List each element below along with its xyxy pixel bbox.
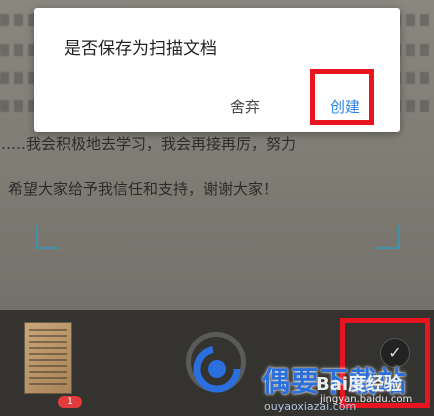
watermark-logo-icon [193,345,241,393]
dialog-title: 是否保存为扫描文档 [64,39,217,59]
document-text-line-2: 希望大家给予我信任和支持，谢谢大家！ [8,180,279,198]
thumbnail-preview [29,329,67,387]
thumbnail-count-badge: 1 [58,396,82,408]
watermark-site: ouyaoxiazai.com [264,400,357,413]
highlight-box-create [310,69,374,125]
scan-frame-corner-bottom-right [376,225,400,249]
document-text-line-1: ……我会积极地去学习，我会再接再厉，努力 [0,135,297,153]
scan-frame-corner-bottom-left [36,225,60,249]
watermark-baidu: Bai度经验 [316,374,403,395]
scan-thumbnail[interactable] [24,322,72,394]
discard-button[interactable]: 舍弃 [230,96,260,117]
